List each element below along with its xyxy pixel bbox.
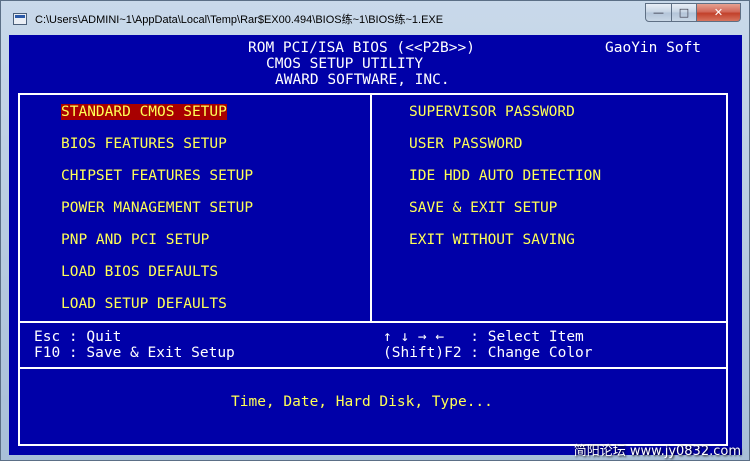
key-help-shift-f2: (Shift)F2 : Change Color — [383, 345, 593, 361]
menu-item-ide-hdd-auto-detection[interactable]: IDE HDD AUTO DETECTION — [409, 168, 601, 184]
minimize-icon: — — [653, 6, 664, 19]
bios-screen: ROM PCI/ISA BIOS (<<P2B>>) CMOS SETUP UT… — [9, 35, 742, 455]
maximize-icon: □ — [678, 6, 690, 19]
menu-frame: STANDARD CMOS SETUP BIOS FEATURES SETUP … — [18, 93, 728, 446]
menu-item-load-setup-defaults[interactable]: LOAD SETUP DEFAULTS — [61, 296, 227, 312]
menu-item-supervisor-password[interactable]: SUPERVISOR PASSWORD — [409, 104, 575, 120]
bios-header-line3: AWARD SOFTWARE, INC. — [275, 72, 450, 88]
maximize-button[interactable]: □ — [672, 3, 697, 22]
bios-header-line1: ROM PCI/ISA BIOS (<<P2B>>) — [248, 40, 475, 56]
window-title: C:\Users\ADMINI~1\AppData\Local\Temp\Rar… — [35, 14, 444, 26]
menu-divider-horizontal — [20, 321, 726, 323]
bios-header-line2: CMOS SETUP UTILITY — [266, 56, 424, 72]
bios-brand: GaoYin Soft — [605, 40, 702, 56]
item-hint: Time, Date, Hard Disk, Type... — [231, 394, 493, 410]
menu-item-save-exit-setup[interactable]: SAVE & EXIT SETUP — [409, 200, 557, 216]
menu-item-standard-cmos-setup[interactable]: STANDARD CMOS SETUP — [61, 104, 227, 120]
console-app-icon — [13, 13, 27, 25]
menu-item-bios-features-setup[interactable]: BIOS FEATURES SETUP — [61, 136, 227, 152]
menu-item-power-management-setup[interactable]: POWER MANAGEMENT SETUP — [61, 200, 253, 216]
menu-item-chipset-features-setup[interactable]: CHIPSET FEATURES SETUP — [61, 168, 253, 184]
menu-divider-vertical — [370, 95, 372, 323]
key-help-esc: Esc : Quit — [34, 329, 122, 345]
menu-item-exit-without-saving[interactable]: EXIT WITHOUT SAVING — [409, 232, 575, 248]
close-button[interactable]: ✕ — [697, 3, 741, 22]
menu-item-pnp-and-pci-setup[interactable]: PNP AND PCI SETUP — [61, 232, 209, 248]
close-icon: ✕ — [713, 6, 724, 19]
menu-item-user-password[interactable]: USER PASSWORD — [409, 136, 523, 152]
key-help-f10: F10 : Save & Exit Setup — [34, 345, 235, 361]
console-window: C:\Users\ADMINI~1\AppData\Local\Temp\Rar… — [0, 0, 750, 461]
site-watermark: 简阳论坛 www.jy0832.com — [573, 444, 741, 459]
minimize-button[interactable]: — — [645, 3, 672, 22]
keys-divider-horizontal — [20, 367, 726, 369]
menu-item-load-bios-defaults[interactable]: LOAD BIOS DEFAULTS — [61, 264, 218, 280]
key-help-arrows: ↑ ↓ → ← : Select Item — [383, 329, 584, 345]
title-bar[interactable]: C:\Users\ADMINI~1\AppData\Local\Temp\Rar… — [1, 1, 749, 35]
window-controls: — □ ✕ — [645, 3, 741, 23]
